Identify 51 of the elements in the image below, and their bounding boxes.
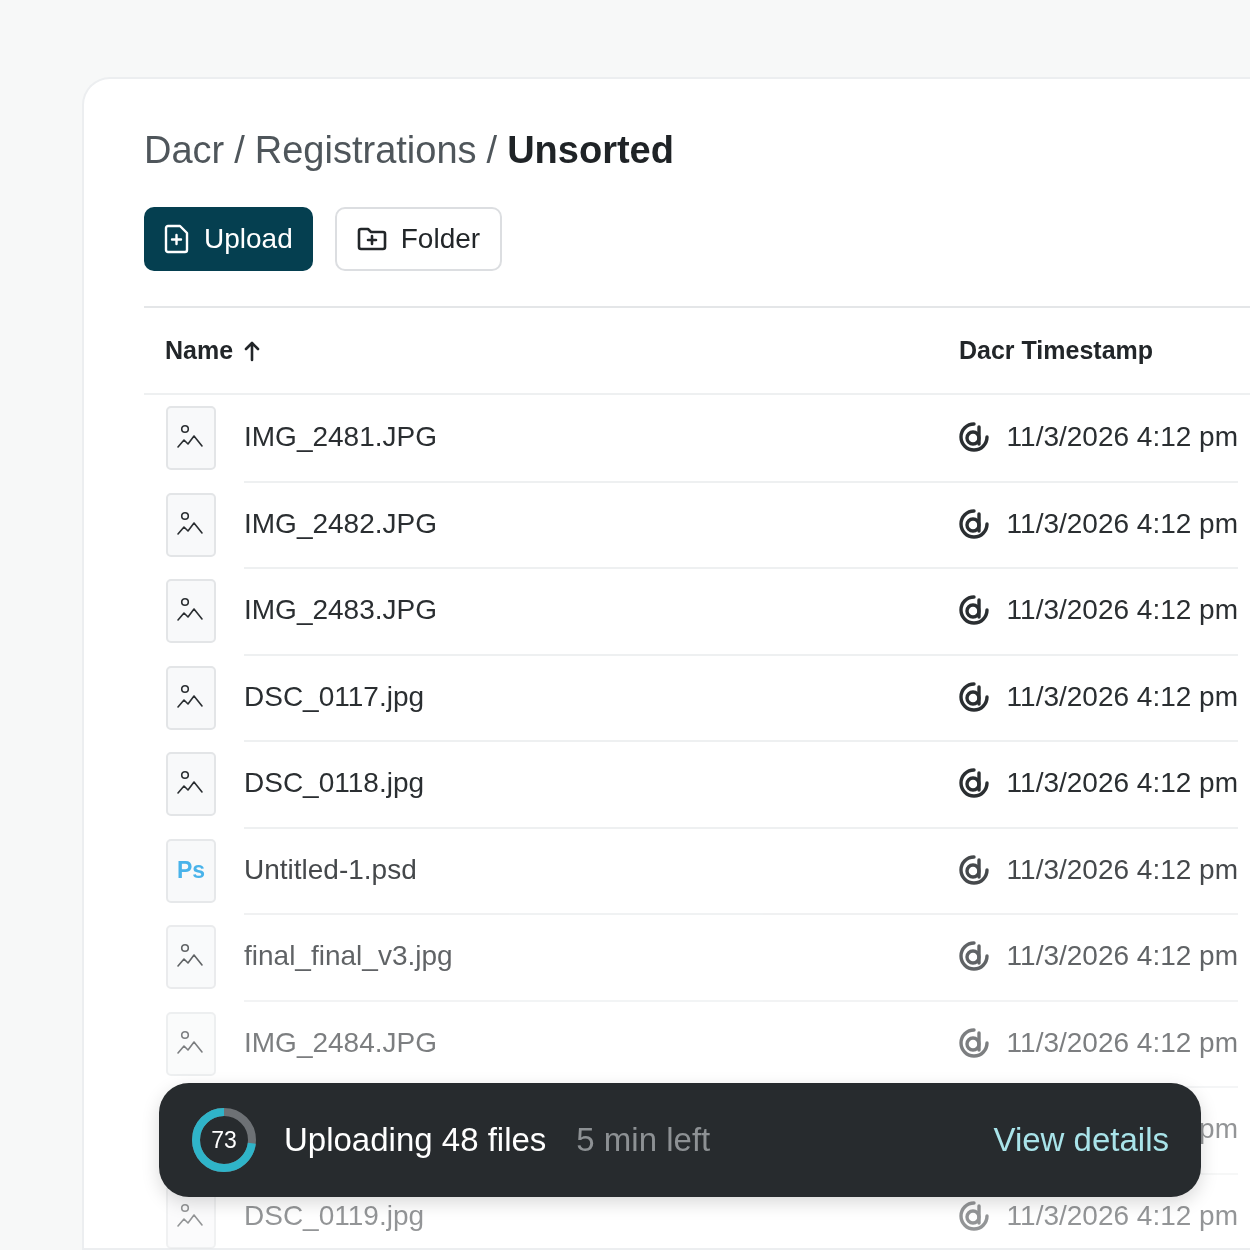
- breadcrumb-link[interactable]: Registrations: [254, 129, 477, 172]
- column-header[interactable]: Dacr Timestamp: [959, 336, 1154, 365]
- file-name[interactable]: Untitled-1.psd: [244, 853, 957, 886]
- view-details-link[interactable]: View details: [993, 1121, 1169, 1159]
- timestamp-text: 11/3/2026 4:12 pm: [1006, 767, 1238, 800]
- timestamp-text: 11/3/2026 4:12 pm: [1006, 421, 1238, 454]
- file-name[interactable]: DSC_0117.jpg: [244, 680, 957, 713]
- time-remaining: 5 min left: [576, 1121, 712, 1159]
- photoshop-file-icon: Ps: [166, 838, 216, 903]
- timestamp-icon: [956, 420, 991, 455]
- timestamp-text: 11/3/2026 4:12 pm: [1006, 680, 1238, 713]
- timestamp-icon: [956, 679, 991, 714]
- image-file-icon: [166, 406, 216, 471]
- timestamp-text: 11/3/2026 4:12 pm: [1006, 507, 1238, 540]
- timestamp-icon: [956, 593, 991, 628]
- image-file-icon: [166, 492, 216, 557]
- breadcrumb-link[interactable]: Dacr: [144, 129, 225, 172]
- timestamp-icon: [956, 939, 991, 974]
- progress-percent: 73: [210, 1125, 238, 1155]
- timestamp-text: 11/3/2026 4:12 pm: [1006, 940, 1238, 973]
- timestamp-text: 11/3/2026 4:12 pm: [1006, 594, 1238, 627]
- timestamp-icon: [956, 1025, 991, 1060]
- image-file-icon: [166, 579, 216, 644]
- sort-ascending-icon[interactable]: [243, 339, 262, 362]
- timestamp-text: pm: [1199, 1113, 1238, 1146]
- breadcrumb-separator: /: [486, 129, 498, 172]
- image-file-icon: [166, 925, 216, 990]
- image-file-icon: [166, 1011, 216, 1076]
- column-header[interactable]: Name: [165, 336, 234, 365]
- timestamp-text: 11/3/2026 4:12 pm: [1006, 1199, 1238, 1232]
- file-name[interactable]: DSC_0118.jpg: [244, 767, 957, 800]
- folder-plus-icon: [356, 227, 387, 251]
- upload-status: Uploading 48 files: [284, 1121, 547, 1159]
- file-name[interactable]: final_final_v3.jpg: [244, 940, 957, 973]
- image-file-icon: [166, 752, 216, 817]
- breadcrumb-separator: /: [234, 129, 245, 172]
- timestamp-icon: [956, 766, 991, 801]
- timestamp-icon: [956, 852, 991, 887]
- file-name[interactable]: IMG_2482.JPG: [244, 507, 957, 540]
- current-folder-title: Unsorted: [507, 129, 674, 172]
- file-name[interactable]: IMG_2481.JPG: [244, 421, 957, 454]
- timestamp-text: 11/3/2026 4:12 pm: [1006, 853, 1238, 886]
- file-plus-icon: [164, 224, 190, 254]
- image-file-icon: [166, 665, 216, 730]
- file-name[interactable]: IMG_2483.JPG: [244, 594, 957, 627]
- timestamp-icon: [956, 506, 991, 541]
- timestamp-text: 11/3/2026 4:12 pm: [1006, 1026, 1238, 1059]
- file-name[interactable]: IMG_2484.JPG: [244, 1026, 957, 1059]
- timestamp-icon: [956, 1198, 991, 1233]
- upload-button[interactable]: Upload: [144, 207, 313, 271]
- new-folder-button[interactable]: Folder: [334, 207, 503, 271]
